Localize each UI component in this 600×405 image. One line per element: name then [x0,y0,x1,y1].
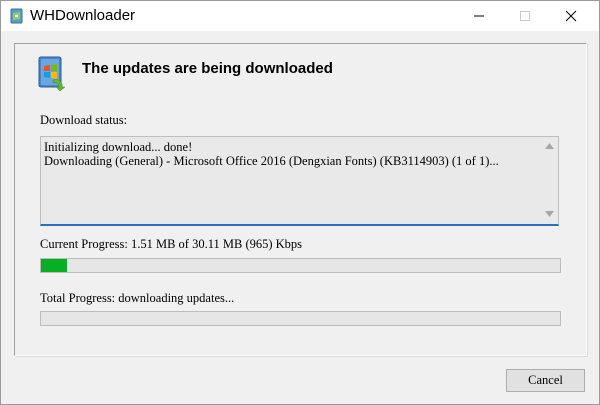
app-icon [10,8,23,24]
total-progress-bar [40,311,561,326]
content-panel: The updates are being downloaded Downloa… [14,43,587,356]
maximize-button[interactable] [502,1,548,31]
maximize-icon [520,11,530,21]
scroll-up-arrow-icon[interactable] [545,143,554,149]
download-status-label: Download status: [40,113,128,127]
scroll-down-arrow-icon[interactable] [545,211,554,217]
status-line: Downloading (General) - Microsoft Office… [44,154,499,168]
app-window: WHDownloader The updates are being downl… [0,0,600,405]
vertical-scrollbar[interactable] [541,137,558,224]
close-icon [565,10,577,22]
current-progress-bar [40,258,561,273]
current-progress-label: Current Progress: 1.51 MB of 30.11 MB (9… [40,237,303,251]
windows-update-icon [38,56,66,92]
page-title: The updates are being downloaded [82,60,333,77]
minimize-icon [474,15,484,17]
total-progress-label: Total Progress: downloading updates... [40,291,235,305]
status-line: Initializing download... done! [44,140,193,154]
status-log: Initializing download... done! Downloadi… [44,140,539,168]
download-status-box[interactable]: Initializing download... done! Downloadi… [40,136,559,226]
current-progress-fill [41,259,68,272]
title-bar[interactable]: WHDownloader [1,1,599,31]
minimize-button[interactable] [456,1,502,31]
close-button[interactable] [548,1,594,31]
window-title: WHDownloader [30,7,136,24]
cancel-button[interactable]: Cancel [506,369,585,392]
